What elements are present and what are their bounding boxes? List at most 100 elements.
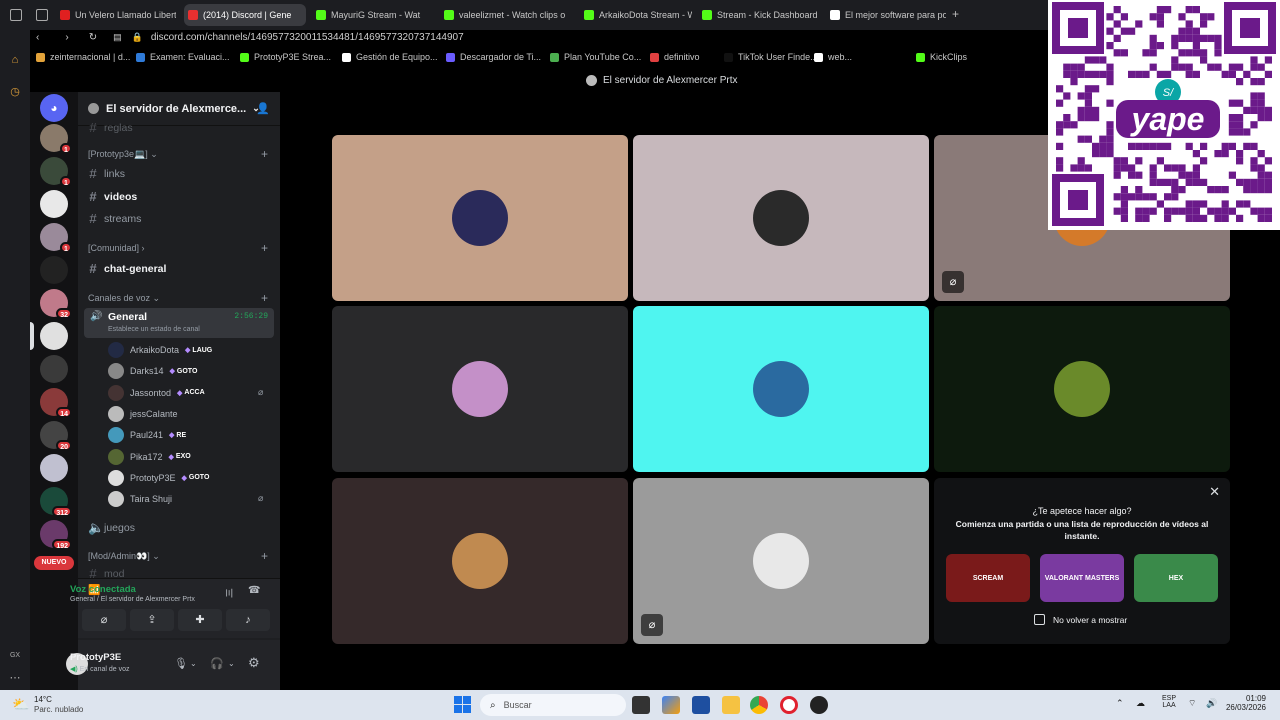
browser-tab[interactable]: (2014) Discord | Gene: [184, 4, 306, 26]
speed-dial-icon[interactable]: ⌂: [9, 54, 21, 66]
close-icon[interactable]: ✕: [1209, 484, 1220, 500]
add-channel-icon[interactable]: +: [261, 291, 268, 305]
activities-button[interactable]: ✚: [178, 609, 222, 631]
participant-tile[interactable]: [633, 306, 929, 472]
channel-reglas[interactable]: # reglas: [88, 120, 132, 135]
activity-game-card[interactable]: HEX: [1134, 554, 1218, 602]
invite-people-icon[interactable]: 👤: [256, 102, 270, 115]
voice-member[interactable]: PrototyP3E ◆ GOTO: [108, 469, 209, 487]
bookmark-item[interactable]: zeinternacional | d...: [36, 52, 130, 62]
browser-tab[interactable]: MayuriG Stream - Wat: [312, 4, 434, 26]
activity-game-card[interactable]: VALORANT MASTERS: [1040, 554, 1124, 602]
taskbar-search[interactable]: ⌕ Buscar: [480, 694, 626, 716]
settings-gear-icon[interactable]: ⚙: [248, 655, 260, 671]
server-icon[interactable]: 20: [40, 421, 72, 451]
camera-button[interactable]: ⌀: [82, 609, 126, 631]
add-channel-icon[interactable]: +: [261, 147, 268, 161]
channel-status-hint[interactable]: Establece un estado de canal: [108, 326, 200, 333]
server-icon[interactable]: 1: [40, 157, 72, 187]
browser-tab[interactable]: Un Velero Llamado Liberta: [56, 4, 176, 26]
checkbox[interactable]: [1034, 614, 1045, 625]
participant-tile[interactable]: [332, 306, 628, 472]
server-icon[interactable]: [40, 256, 68, 284]
discord-home-icon[interactable]: ◕: [40, 94, 68, 122]
server-icon[interactable]: [40, 190, 68, 218]
voice-member[interactable]: Pika172 ◆ EXO: [108, 448, 191, 466]
bookmark-item[interactable]: Descargador de Ti...: [446, 52, 541, 62]
voice-member[interactable]: jessCaIante: [108, 405, 178, 423]
participant-tile[interactable]: [332, 478, 628, 644]
back-icon[interactable]: ‹: [36, 32, 39, 43]
forward-icon[interactable]: ›: [65, 32, 68, 43]
deafen-button[interactable]: 🎧: [210, 657, 224, 670]
chevron-down-icon[interactable]: ⌄: [190, 659, 197, 668]
server-icon[interactable]: 32: [40, 289, 72, 319]
bookmark-item[interactable]: definitivo: [650, 52, 700, 62]
server-icon[interactable]: 1: [40, 124, 72, 154]
noise-suppression-icon[interactable]: 〣: [224, 585, 234, 600]
voice-member[interactable]: ArkaikoDota ◆ LAUG: [108, 341, 212, 359]
participant-tile[interactable]: [934, 306, 1230, 472]
chrome-icon[interactable]: [750, 696, 768, 714]
bookmark-item[interactable]: KickClips: [916, 52, 967, 62]
bookmark-item[interactable]: Plan YouTube Co...: [550, 52, 641, 62]
channel-videos[interactable]: # videos: [88, 189, 137, 204]
volume-icon[interactable]: 🔊: [1206, 698, 1217, 709]
browser-tab[interactable]: Stream - Kick Dashboard: [698, 4, 818, 26]
channel-chat-general[interactable]: # chat-general: [88, 261, 166, 276]
history-icon[interactable]: ◷: [9, 86, 21, 98]
voice-channel-juegos[interactable]: 🔈 juegos: [88, 520, 135, 536]
browser-tab[interactable]: El mejor software para pol: [826, 4, 946, 26]
url-text[interactable]: discord.com/channels/1469577320011534481…: [151, 32, 464, 43]
bookmark-item[interactable]: Gestión de Equipo...: [342, 52, 438, 62]
activity-game-card[interactable]: SCREAM: [946, 554, 1030, 602]
new-badge[interactable]: NUEVO: [34, 556, 74, 570]
bookmark-item[interactable]: PrototyP3E Strea...: [240, 52, 331, 62]
gx-icon[interactable]: GX: [9, 650, 21, 662]
participant-tile[interactable]: ⌀: [633, 478, 929, 644]
category-prototyp3e[interactable]: [Prototyp3e💻] ⌄: [88, 149, 158, 160]
clock[interactable]: 01:09 26/03/2026: [1222, 694, 1266, 712]
new-tab-icon[interactable]: +: [952, 7, 959, 21]
category-comunidad[interactable]: [Comunidad] ›: [88, 243, 145, 253]
channel-streams[interactable]: # streams: [88, 211, 141, 226]
server-icon[interactable]: [40, 355, 68, 383]
server-icon[interactable]: 1: [40, 223, 72, 253]
add-channel-icon[interactable]: +: [261, 241, 268, 255]
category-voz[interactable]: Canales de voz ⌄: [88, 293, 160, 304]
language-indicator[interactable]: ESP LAA: [1162, 695, 1176, 709]
voice-location-label[interactable]: General / El servidor de Alexmercer Prtx: [70, 596, 195, 603]
bookmark-item[interactable]: web...: [814, 52, 852, 62]
voice-member[interactable]: Darks14 ◆ GOTO: [108, 362, 197, 380]
dont-show-again[interactable]: No volver a mostrar: [1034, 614, 1127, 625]
more-icon[interactable]: ⋯: [9, 672, 21, 684]
browser-tab[interactable]: valeelizmet - Watch clips o: [440, 4, 574, 26]
voice-member[interactable]: Jassontod ◆ ACCA: [108, 384, 205, 402]
store-icon[interactable]: [692, 696, 710, 714]
weather-icon[interactable]: ⛅: [12, 696, 29, 713]
file-explorer-icon[interactable]: [722, 696, 740, 714]
channel-links[interactable]: # links: [88, 166, 125, 181]
chevron-up-icon[interactable]: ⌃: [1116, 698, 1124, 709]
server-icon[interactable]: 14: [40, 388, 72, 418]
app-icon[interactable]: [810, 696, 828, 714]
mute-mic-button[interactable]: 🎙: [174, 657, 188, 670]
workspaces-icon[interactable]: [36, 9, 48, 21]
browser-tab[interactable]: ArkaikoDota Stream - Wat: [580, 4, 692, 26]
wifi-icon[interactable]: ⌔: [1188, 698, 1196, 709]
voice-channel-general[interactable]: 🔊 General 2:56:29 Establece un estado de…: [84, 308, 274, 338]
tab-overview-icon[interactable]: [10, 9, 22, 21]
server-icon[interactable]: [30, 322, 68, 350]
reload-icon[interactable]: ↻: [89, 32, 97, 43]
voice-member[interactable]: Paul241 ◆ RE: [108, 426, 186, 444]
network-icon[interactable]: ☁: [1136, 698, 1145, 709]
opera-gx-icon[interactable]: [780, 696, 798, 714]
windows-start-icon[interactable]: [454, 696, 471, 713]
chevron-down-icon[interactable]: ⌄: [228, 659, 235, 668]
bookmark-item[interactable]: Examen: Evaluaci...: [136, 52, 230, 62]
category-mod[interactable]: [Mod/Admin👀] ⌄: [88, 551, 160, 562]
page-info-icon[interactable]: ▤: [113, 32, 122, 43]
username[interactable]: PrototyP3E: [70, 652, 121, 663]
disconnect-icon[interactable]: ☎: [248, 585, 260, 596]
task-view-icon[interactable]: [632, 696, 650, 714]
